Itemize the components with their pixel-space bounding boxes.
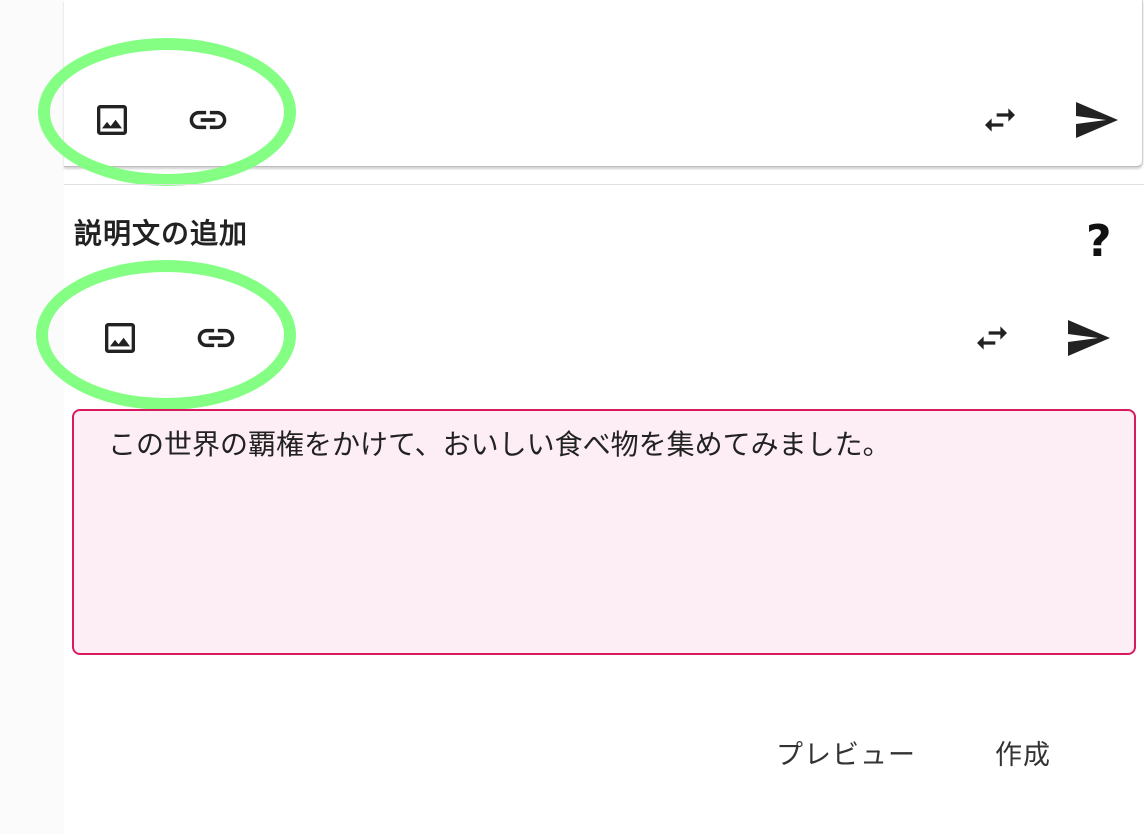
divider (64, 184, 1144, 185)
description-textarea[interactable]: この世界の覇権をかけて、おいしい食べ物を集めてみました。 (72, 409, 1136, 655)
send-icon[interactable] (1064, 314, 1112, 362)
help-icon[interactable]: ? (1086, 216, 1112, 268)
section-title: 説明文の追加 (74, 217, 249, 250)
link-icon[interactable] (184, 96, 232, 144)
swap-icon[interactable] (968, 314, 1016, 362)
send-icon[interactable] (1072, 96, 1120, 144)
swap-icon[interactable] (976, 96, 1024, 144)
image-icon[interactable] (88, 96, 136, 144)
link-icon[interactable] (192, 314, 240, 362)
image-icon[interactable] (96, 314, 144, 362)
preview-button[interactable]: プレビュー (776, 733, 916, 772)
create-button[interactable]: 作成 (995, 733, 1051, 772)
left-gutter (0, 0, 64, 834)
highlight-ring-bottom (36, 260, 296, 410)
page: 説明文の追加 ? この世界の覇権をかけて、おいしい食べ物を集めてみました。 プレ… (0, 0, 1144, 834)
